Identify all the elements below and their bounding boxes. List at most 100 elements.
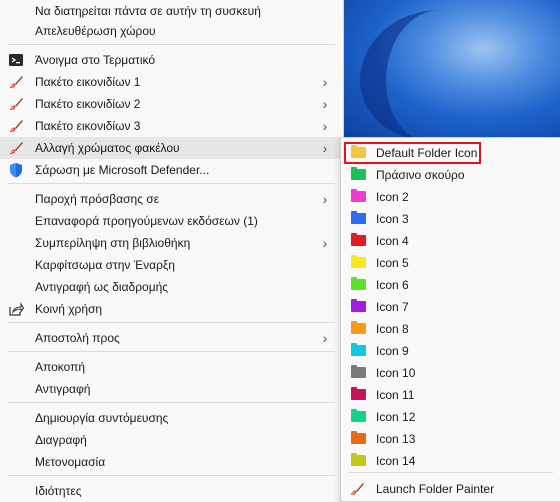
- folder-color-option[interactable]: Icon 7: [341, 296, 560, 318]
- folder-color-option[interactable]: Πράσινο σκούρο: [341, 164, 560, 186]
- menu-item[interactable]: Κοινή χρήση: [0, 298, 343, 320]
- launch-folder-painter-item[interactable]: Launch Folder Painter: [341, 478, 560, 500]
- folder-icon: [351, 189, 366, 202]
- folder-painter-brush-icon: [8, 96, 24, 112]
- menu-item-label: Αλλαγή χρώματος φακέλου: [35, 141, 180, 155]
- launch-folder-painter-label: Launch Folder Painter: [376, 482, 495, 496]
- folder-color-label: Icon 11: [376, 388, 415, 402]
- folder-color-label: Icon 12: [376, 410, 416, 424]
- menu-item-label: Άνοιγμα στο Τερματικό: [35, 53, 156, 67]
- menu-item[interactable]: Απελευθέρωση χώρου: [0, 20, 343, 42]
- folder-color-submenu: Default Folder Icon Πράσινο σκούρο Icon 2I…: [340, 137, 560, 502]
- chevron-right-icon: ›: [322, 330, 328, 346]
- chevron-right-icon: ›: [322, 96, 328, 112]
- folder-icon: [351, 255, 366, 268]
- folder-color-label: Icon 6: [376, 278, 409, 292]
- menu-item-label: Πακέτο εικονιδίων 1: [35, 75, 141, 89]
- folder-icon: [351, 233, 366, 246]
- menu-item[interactable]: Σάρωση με Microsoft Defender...: [0, 159, 343, 181]
- desktop-wallpaper: [340, 0, 560, 140]
- folder-color-label: Icon 7: [376, 300, 409, 314]
- folder-icon: [351, 365, 366, 378]
- menu-item-label: Πακέτο εικονιδίων 3: [35, 119, 141, 133]
- folder-painter-brush-icon: [349, 481, 365, 497]
- folder-color-label: Icon 4: [376, 234, 409, 248]
- folder-color-label: Icon 8: [376, 322, 409, 336]
- chevron-right-icon: ›: [322, 118, 328, 134]
- menu-separator: [8, 475, 335, 476]
- menu-item[interactable]: Αποστολή προς ›: [0, 327, 343, 349]
- chevron-right-icon: ›: [322, 140, 328, 156]
- folder-painter-brush-icon: [8, 118, 24, 134]
- folder-color-option[interactable]: Icon 3: [341, 208, 560, 230]
- menu-separator: [8, 351, 335, 352]
- menu-item[interactable]: Αποκοπή: [0, 356, 343, 378]
- menu-item-label: Αποστολή προς: [35, 331, 120, 345]
- menu-item-label: Επαναφορά προηγούμενων εκδόσεων (1): [35, 214, 258, 228]
- folder-color-option[interactable]: Icon 9: [341, 340, 560, 362]
- menu-item[interactable]: Πακέτο εικονιδίων 3 ›: [0, 115, 343, 137]
- menu-item[interactable]: Να διατηρείται πάντα σε αυτήν τη συσκευή: [0, 0, 343, 22]
- folder-color-label: Icon 9: [376, 344, 409, 358]
- folder-color-label: Πράσινο σκούρο: [376, 168, 465, 182]
- folder-icon: [351, 321, 366, 334]
- folder-icon: [351, 431, 366, 444]
- menu-item-label: Σάρωση με Microsoft Defender...: [35, 163, 210, 177]
- menu-item[interactable]: Διαγραφή: [0, 429, 343, 451]
- menu-item-label: Απελευθέρωση χώρου: [35, 24, 156, 38]
- menu-item-label: Διαγραφή: [35, 433, 87, 447]
- menu-item-label: Αποκοπή: [35, 360, 86, 374]
- menu-item[interactable]: Παροχή πρόσβασης σε ›: [0, 188, 343, 210]
- chevron-right-icon: ›: [322, 191, 328, 207]
- menu-item-label: Μετονομασία: [35, 455, 106, 469]
- menu-item[interactable]: Άνοιγμα στο Τερματικό: [0, 49, 343, 71]
- menu-separator: [8, 44, 335, 45]
- folder-icon: [351, 409, 366, 422]
- chevron-right-icon: ›: [322, 74, 328, 90]
- menu-item[interactable]: Αλλαγή χρώματος φακέλου ›: [0, 137, 343, 159]
- folder-color-option[interactable]: Icon 5: [341, 252, 560, 274]
- folder-color-option[interactable]: Icon 8: [341, 318, 560, 340]
- menu-item[interactable]: Συμπερίληψη στη βιβλιοθήκη ›: [0, 232, 343, 254]
- menu-item[interactable]: Δημιουργία συντόμευσης: [0, 407, 343, 429]
- menu-item-label: Καρφίτσωμα στην Έναρξη: [35, 258, 175, 272]
- folder-color-label: Icon 3: [376, 212, 409, 226]
- folder-color-option[interactable]: Icon 4: [341, 230, 560, 252]
- menu-separator: [8, 183, 335, 184]
- folder-color-label: Icon 5: [376, 256, 409, 270]
- menu-separator: [8, 322, 335, 323]
- folder-color-option[interactable]: Icon 13: [341, 428, 560, 450]
- context-menu: Να διατηρείται πάντα σε αυτήν τη συσκευή…: [0, 0, 344, 500]
- folder-painter-brush-icon: [8, 140, 24, 156]
- menu-item[interactable]: Επαναφορά προηγούμενων εκδόσεων (1): [0, 210, 343, 232]
- folder-color-option[interactable]: Icon 12: [341, 406, 560, 428]
- menu-item-label: Συμπερίληψη στη βιβλιοθήκη: [35, 236, 191, 250]
- folder-color-option[interactable]: Icon 6: [341, 274, 560, 296]
- defender-shield-icon: [8, 162, 24, 178]
- menu-item[interactable]: Αντιγραφή ως διαδρομής: [0, 276, 343, 298]
- folder-icon: [351, 453, 366, 466]
- menu-item[interactable]: Καρφίτσωμα στην Έναρξη: [0, 254, 343, 276]
- menu-item-label: Πακέτο εικονιδίων 2: [35, 97, 141, 111]
- menu-item[interactable]: Αντιγραφή: [0, 378, 343, 400]
- menu-item[interactable]: Πακέτο εικονιδίων 1 ›: [0, 71, 343, 93]
- menu-item[interactable]: Μετονομασία: [0, 451, 343, 473]
- folder-icon: [351, 299, 366, 312]
- menu-item-label: Αντιγραφή: [35, 382, 91, 396]
- folder-color-label: Icon 2: [376, 190, 409, 204]
- menu-item[interactable]: Ιδιότητες: [0, 480, 343, 502]
- menu-item[interactable]: Πακέτο εικονιδίων 2 ›: [0, 93, 343, 115]
- folder-color-option[interactable]: Icon 11: [341, 384, 560, 406]
- folder-color-option[interactable]: Icon 2: [341, 186, 560, 208]
- folder-icon: [351, 211, 366, 224]
- menu-item-label: Ιδιότητες: [35, 484, 82, 498]
- chevron-right-icon: ›: [322, 235, 328, 251]
- folder-color-option[interactable]: Icon 14: [341, 450, 560, 472]
- folder-icon: [351, 387, 366, 400]
- folder-icon: [351, 167, 366, 180]
- folder-icon: [351, 277, 366, 290]
- folder-color-option[interactable]: Icon 10: [341, 362, 560, 384]
- menu-item-label: Δημιουργία συντόμευσης: [35, 411, 169, 425]
- menu-item-label: Παροχή πρόσβασης σε: [35, 192, 160, 206]
- selection-highlight-box: [344, 142, 481, 164]
